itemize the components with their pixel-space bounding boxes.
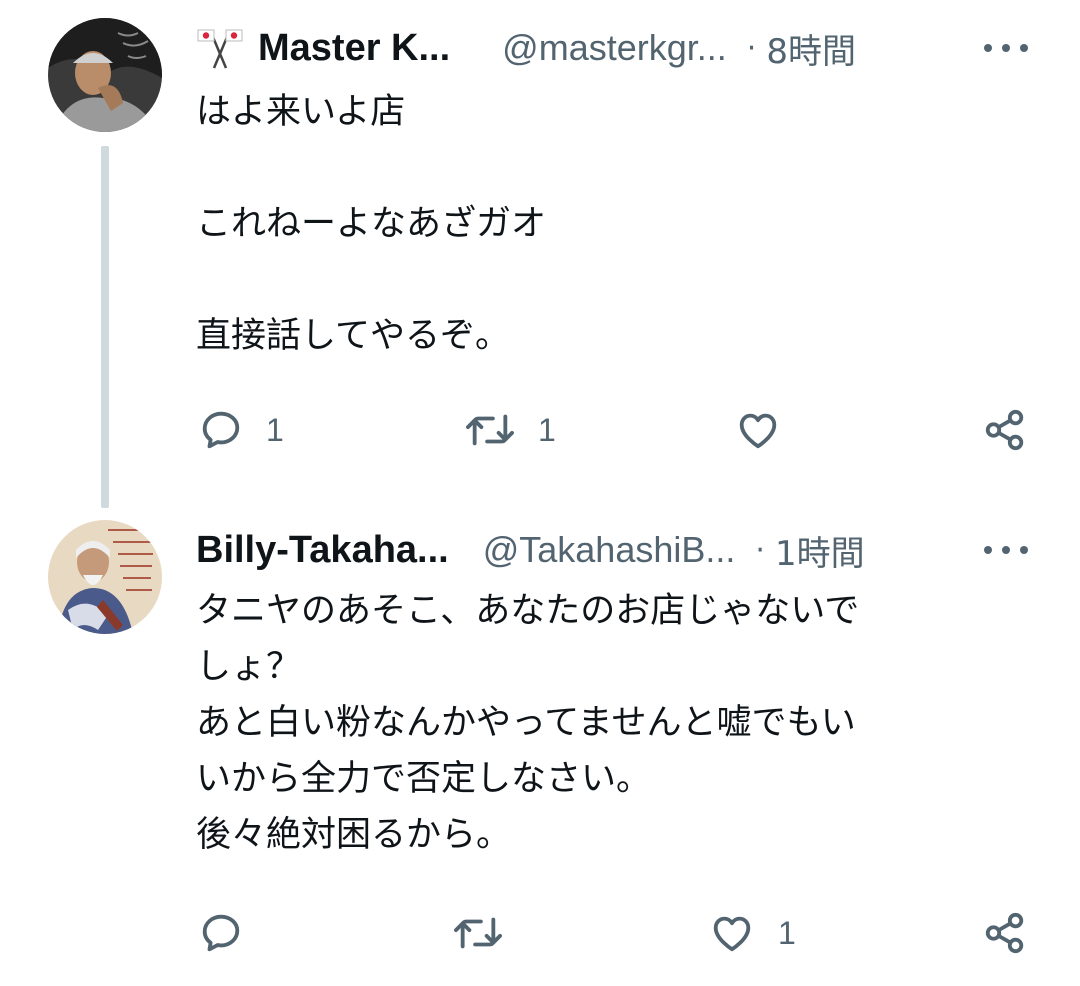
reply-count: 1 <box>266 411 284 448</box>
share-button[interactable] <box>982 406 1028 454</box>
tweet[interactable]: Billy-Takaha... @TakahashiB... · 1時間 タニヤ… <box>0 505 1080 986</box>
separator-dot: · <box>755 532 765 568</box>
tweet-header: Billy-Takaha... @TakahashiB... · 1時間 <box>196 520 865 580</box>
tweet-header: Master K... @masterkgr... · 8時間 <box>196 18 856 78</box>
reply-button[interactable] <box>198 910 266 956</box>
retweet-button[interactable]: 1 <box>464 407 556 453</box>
action-bar: 1 1 <box>0 400 1080 460</box>
like-icon <box>713 916 751 952</box>
like-button[interactable] <box>734 407 804 453</box>
user-handle[interactable]: @masterkgr... <box>502 27 727 69</box>
reply-icon <box>202 914 240 952</box>
avatar[interactable] <box>48 18 162 132</box>
retweet-button[interactable] <box>452 910 526 956</box>
reply-icon <box>202 411 240 449</box>
action-bar: 1 <box>0 903 1080 963</box>
timestamp[interactable]: 8時間 <box>766 24 856 73</box>
timestamp[interactable]: 1時間 <box>775 526 865 575</box>
share-button[interactable] <box>982 909 1028 957</box>
retweet-icon <box>454 917 502 949</box>
tweet-text: はよ来いよ店 これねーよなあざガオ 直接話してやるぞ。 <box>196 92 547 356</box>
user-handle[interactable]: @TakahashiB... <box>483 529 736 571</box>
more-icon[interactable] <box>984 33 1028 63</box>
display-name[interactable]: Billy-Takaha... <box>196 529 449 572</box>
retweet-icon <box>466 414 514 446</box>
retweet-count: 1 <box>538 411 556 448</box>
share-icon <box>985 409 1024 451</box>
more-icon[interactable] <box>984 535 1028 565</box>
flag-icon <box>196 24 244 72</box>
display-name[interactable]: Master K... <box>258 27 450 70</box>
like-count: 1 <box>778 914 796 951</box>
share-icon <box>985 912 1024 954</box>
like-icon <box>739 413 777 449</box>
like-button[interactable]: 1 <box>708 910 796 956</box>
separator-dot: · <box>746 30 757 66</box>
avatar[interactable] <box>48 520 162 634</box>
reply-button[interactable]: 1 <box>198 407 284 453</box>
tweet[interactable]: Master K... @masterkgr... · 8時間 はよ来いよ店 こ… <box>0 0 1080 508</box>
tweet-text: タニヤのあそこ、あなたのお店じゃないで しょ？ あと白い粉なんかやってませんと嘘… <box>196 591 860 855</box>
